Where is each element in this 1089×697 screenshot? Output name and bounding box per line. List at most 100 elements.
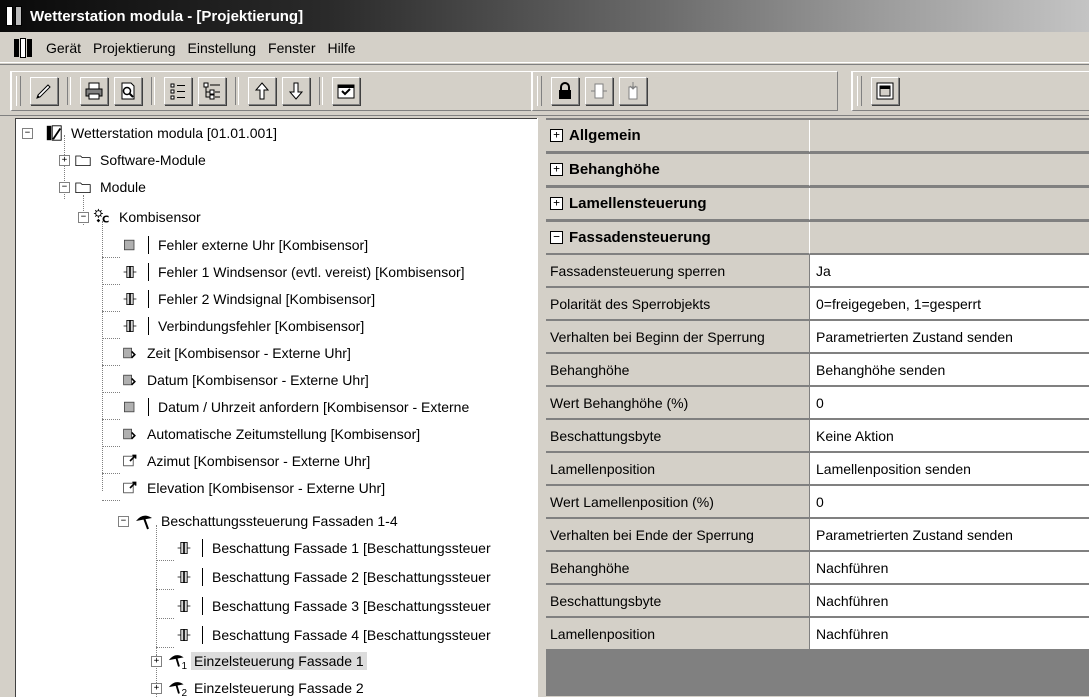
property-row[interactable]: Polarität des Sperrobjekts 0=freigegeben,… (546, 288, 1089, 321)
category-behanghoehe[interactable]: + Behanghöhe (546, 154, 1089, 187)
tree-object[interactable]: Beschattung Fassade 3 [Beschattungssteue… (156, 594, 494, 619)
project-tree[interactable]: − Wetterstation modula [01.01.001] + Sof… (15, 118, 538, 697)
object-insert-icon[interactable] (619, 77, 647, 105)
property-value[interactable]: Parametrierten Zustand senden (810, 519, 1089, 551)
umbrella-icon (134, 511, 154, 531)
property-value[interactable]: Nachführen (810, 552, 1089, 584)
print-preview-icon[interactable] (114, 77, 142, 105)
property-row[interactable]: Beschattungsbyte Nachführen (546, 585, 1089, 618)
tree-object[interactable]: Fehler 2 Windsignal [Kombisensor] (102, 287, 378, 312)
expand-icon[interactable]: + (59, 155, 70, 166)
arrow-down-icon[interactable] (282, 77, 310, 105)
property-row[interactable]: Verhalten bei Beginn der Sperrung Paramet… (546, 321, 1089, 354)
expand-icon[interactable]: + (151, 683, 162, 694)
property-value[interactable]: 0=freigegeben, 1=gesperrt (810, 288, 1089, 320)
tree-object[interactable]: Beschattung Fassade 1 [Beschattungssteue… (156, 536, 494, 561)
tree-object[interactable]: Automatische Zeitumstellung [Kombisensor… (102, 422, 423, 447)
pencil-icon[interactable] (30, 77, 58, 105)
tree-object[interactable]: Beschattung Fassade 2 [Beschattungssteue… (156, 565, 494, 590)
tree-list-icon[interactable] (198, 77, 226, 105)
menu-projektierung[interactable]: Projektierung (87, 40, 182, 56)
property-value[interactable]: Ja (810, 255, 1089, 287)
tree-object[interactable]: Elevation [Kombisensor - Externe Uhr] (102, 476, 388, 501)
category-lamellensteuerung[interactable]: + Lamellensteuerung (546, 188, 1089, 221)
tree-object[interactable]: Datum [Kombisensor - Externe Uhr] (102, 368, 372, 393)
tree-item-einzelsteuerung-2[interactable]: + 2 Einzelsteuerung Fassade 2 (151, 676, 367, 697)
object-bidirectional-icon (120, 262, 140, 282)
menu-einstellung[interactable]: Einstellung (182, 40, 263, 56)
property-value[interactable]: Keine Aktion (810, 420, 1089, 452)
tree-item-module[interactable]: − Module (59, 175, 149, 199)
window-icon[interactable] (871, 77, 899, 105)
category-fassadensteuerung[interactable]: − Fassadensteuerung (546, 222, 1089, 255)
menu-fenster[interactable]: Fenster (262, 40, 321, 56)
object-icon[interactable] (585, 77, 613, 105)
menu-hilfe[interactable]: Hilfe (321, 40, 361, 56)
tree-item-software-module[interactable]: + Software-Module (59, 148, 209, 172)
property-grid: + Allgemein + Behanghöhe + Lamellensteuerun… (546, 118, 1089, 696)
property-row[interactable]: Beschattungsbyte Keine Aktion (546, 420, 1089, 453)
tree-item-shading-group[interactable]: − Beschattungssteuerung Fassaden 1-4 (118, 509, 401, 533)
print-icon[interactable] (80, 77, 108, 105)
tree-object[interactable]: Azimut [Kombisensor - Externe Uhr] (102, 449, 373, 474)
tree-object[interactable]: Fehler externe Uhr [Kombisensor] (102, 233, 371, 258)
object-bidirectional-icon (174, 596, 194, 616)
expand-icon[interactable]: + (550, 129, 563, 142)
property-row[interactable]: Wert Behanghöhe (%) 0 (546, 387, 1089, 420)
object-bidirectional-icon (120, 316, 140, 336)
property-row[interactable]: Behanghöhe Behanghöhe senden (546, 354, 1089, 387)
window-title: Wetterstation modula - [Projektierung] (30, 7, 304, 25)
tree-object[interactable]: Beschattung Fassade 4 [Beschattungssteue… (156, 623, 494, 648)
object-icon (120, 235, 140, 255)
tree-item-einzelsteuerung-1[interactable]: + 1 Einzelsteuerung Fassade 1 (151, 649, 367, 673)
list-icon[interactable] (164, 77, 192, 105)
folder-icon (73, 177, 93, 197)
title-bar[interactable]: Wetterstation modula - [Projektierung] (0, 0, 1089, 32)
object-bidirectional-icon (174, 625, 194, 645)
arrow-up-icon[interactable] (248, 77, 276, 105)
collapse-icon[interactable]: − (22, 128, 33, 139)
program-icon[interactable] (332, 77, 360, 105)
expand-icon[interactable]: + (151, 656, 162, 667)
collapse-icon[interactable]: − (59, 182, 70, 193)
property-value[interactable]: Lamellenposition senden (810, 453, 1089, 485)
property-value[interactable]: 0 (810, 486, 1089, 518)
toolbar-separator (319, 77, 323, 105)
property-row[interactable]: Fassadensteuerung sperren Ja (546, 255, 1089, 288)
toolbar-grip[interactable] (537, 76, 542, 106)
property-value[interactable]: Nachführen (810, 585, 1089, 617)
toolbar-separator (67, 77, 71, 105)
tree-object[interactable]: Fehler 1 Windsensor (evtl. vereist) [Kom… (102, 260, 468, 285)
object-bidirectional-icon (174, 538, 194, 558)
category-allgemein[interactable]: + Allgemein (546, 120, 1089, 153)
expand-icon[interactable]: + (550, 197, 563, 210)
property-value[interactable]: Nachführen (810, 618, 1089, 650)
object-input-icon (120, 343, 140, 363)
property-value[interactable]: Behanghöhe senden (810, 354, 1089, 386)
menu-bar: Gerät Projektierung Einstellung Fenster … (0, 34, 1089, 63)
toolbar-grip[interactable] (857, 76, 862, 106)
toolbar-group-window (851, 71, 1089, 111)
tree-object[interactable]: Verbindungsfehler [Kombisensor] (102, 314, 367, 339)
expand-icon[interactable]: + (550, 163, 563, 176)
app-icon[interactable] (6, 6, 22, 26)
property-value[interactable]: 0 (810, 387, 1089, 419)
tree-root[interactable]: − Wetterstation modula [01.01.001] (22, 121, 280, 145)
property-row[interactable]: Wert Lamellenposition (%) 0 (546, 486, 1089, 519)
property-row[interactable]: Behanghöhe Nachführen (546, 552, 1089, 585)
tree-object[interactable]: Datum / Uhrzeit anfordern [Kombisensor -… (102, 395, 472, 420)
collapse-icon[interactable]: − (550, 231, 563, 244)
toolbar-grip[interactable] (16, 76, 21, 106)
property-value[interactable]: Parametrierten Zustand senden (810, 321, 1089, 353)
collapse-icon[interactable]: − (78, 212, 89, 223)
lock-icon[interactable] (551, 77, 579, 105)
property-row[interactable]: Verhalten bei Ende der Sperrung Parametri… (546, 519, 1089, 552)
property-row[interactable]: Lamellenposition Nachführen (546, 618, 1089, 651)
property-row[interactable]: Lamellenposition Lamellenposition senden (546, 453, 1089, 486)
menu-geraet[interactable]: Gerät (40, 40, 87, 56)
collapse-icon[interactable]: − (118, 516, 129, 527)
toolbar (0, 64, 1089, 116)
document-icon[interactable] (14, 38, 34, 58)
tree-item-kombisensor[interactable]: − C Kombisensor (78, 205, 204, 229)
tree-object[interactable]: Zeit [Kombisensor - Externe Uhr] (102, 341, 354, 366)
